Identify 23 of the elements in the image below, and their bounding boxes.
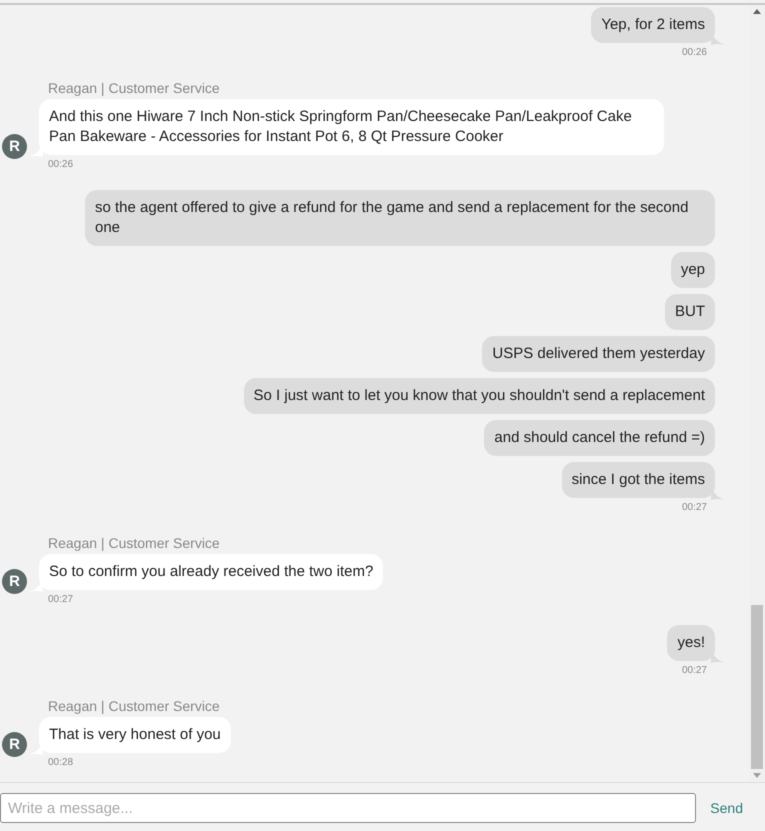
scroll-down-icon[interactable] [753,773,761,778]
timestamp: 00:27 [682,502,707,513]
message-bubble: and should cancel the refund =) [484,420,715,456]
message-bubble: so the agent offered to give a refund for the game and send a replacement for the second one [85,190,715,246]
avatar: R [2,569,27,594]
timestamp: 00:28 [48,757,74,768]
message-bubble: yep [670,252,715,288]
message-bubble: BUT [665,294,715,330]
sender-name: Reagan | Customer Service [48,698,220,714]
timestamp: 00:27 [682,665,707,676]
scroll-thumb[interactable] [751,605,763,769]
timestamp: 00:26 [682,47,707,58]
message-field[interactable]: Write a message... [0,793,696,823]
sender-name: Reagan | Customer Service [48,535,220,551]
avatar: R [2,134,27,159]
send-button[interactable]: Send [710,800,765,816]
avatar: R [2,732,27,757]
scroll-up-icon[interactable] [753,9,761,14]
message-bubble: USPS delivered them yesterday [482,336,715,372]
timestamp: 00:26 [48,159,74,170]
sender-name: Reagan | Customer Service [48,80,220,96]
message-bubble: So I just want to let you know that you shouldn't send a replacement [244,378,715,414]
timestamp: 00:27 [48,594,74,605]
